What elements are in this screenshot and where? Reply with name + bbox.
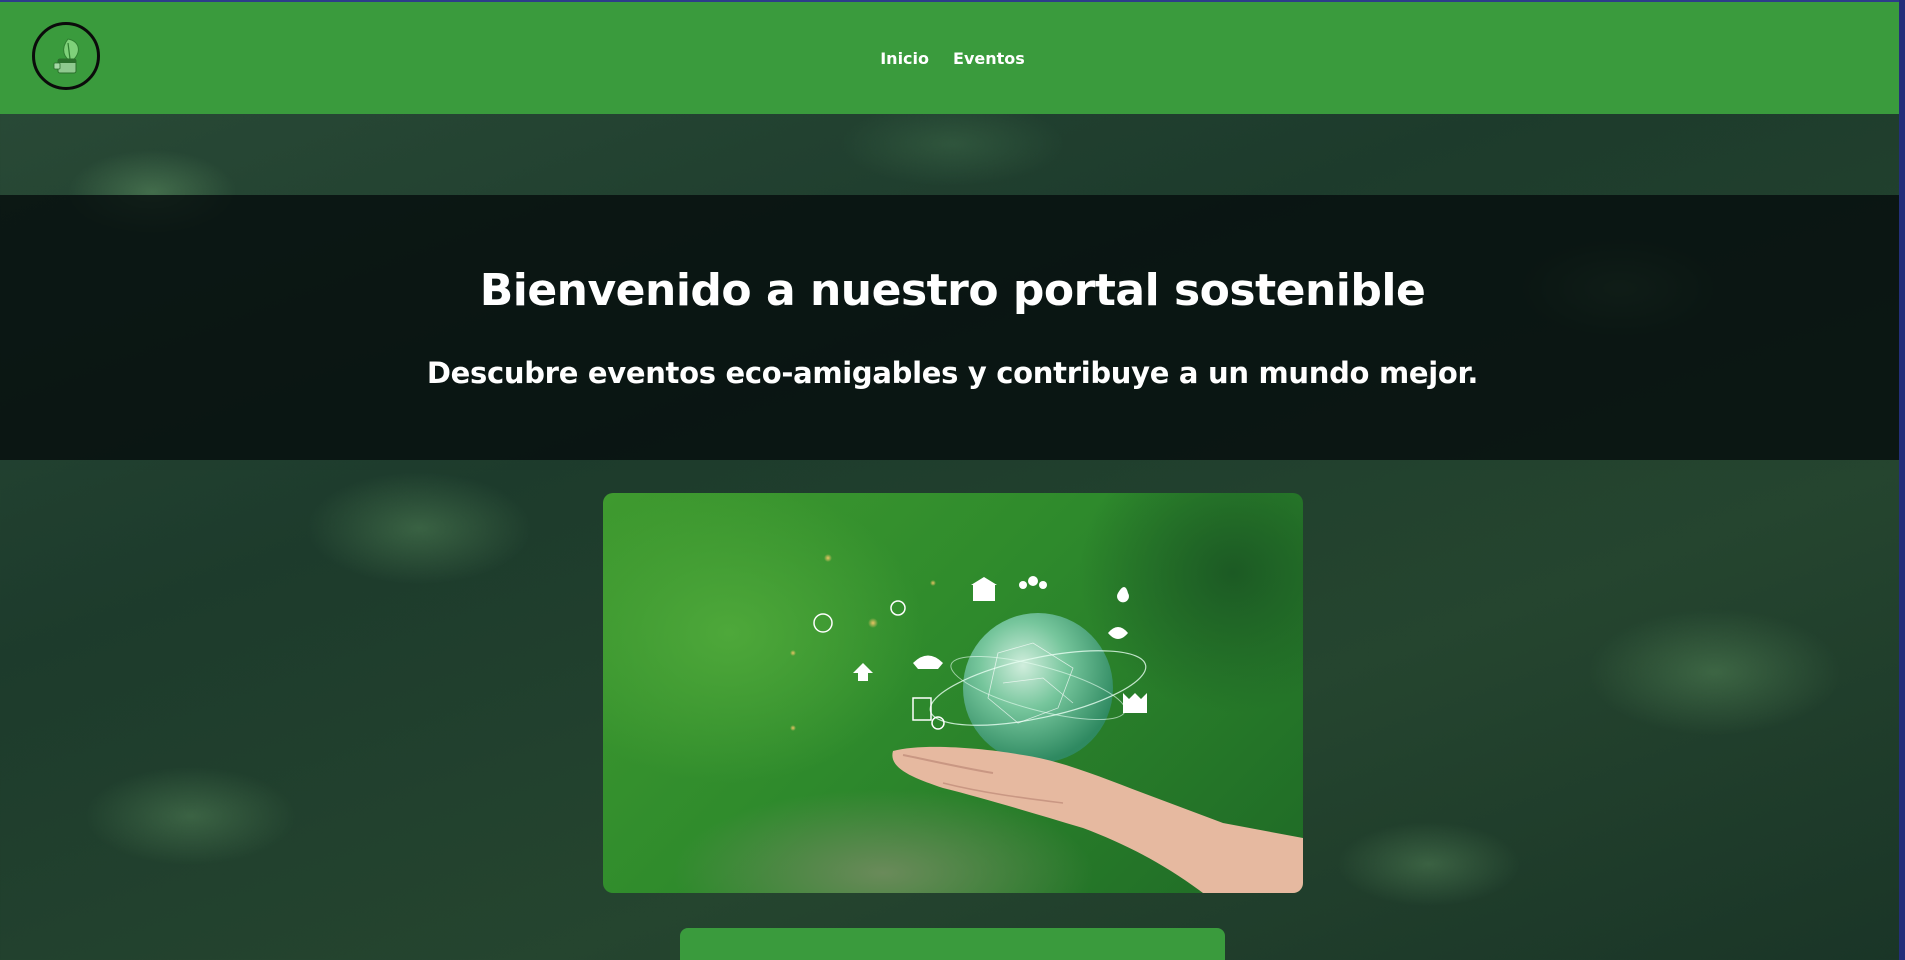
hero-title: Bienvenido a nuestro portal sostenible: [479, 265, 1426, 316]
nav-link-inicio[interactable]: Inicio: [880, 49, 929, 68]
main-nav: Inicio Eventos: [0, 2, 1905, 114]
hero-subtitle: Descubre eventos eco-amigables y contrib…: [426, 356, 1479, 390]
hero-image: [603, 493, 1303, 893]
window-right-border: [1899, 0, 1905, 960]
nav-link-eventos[interactable]: Eventos: [953, 49, 1025, 68]
site-header: Inicio Eventos: [0, 2, 1905, 114]
content-card-top: [680, 928, 1225, 960]
hero-banner: Bienvenido a nuestro portal sostenible D…: [0, 195, 1905, 460]
globe-in-hand-eco-icon: [790, 554, 1303, 893]
